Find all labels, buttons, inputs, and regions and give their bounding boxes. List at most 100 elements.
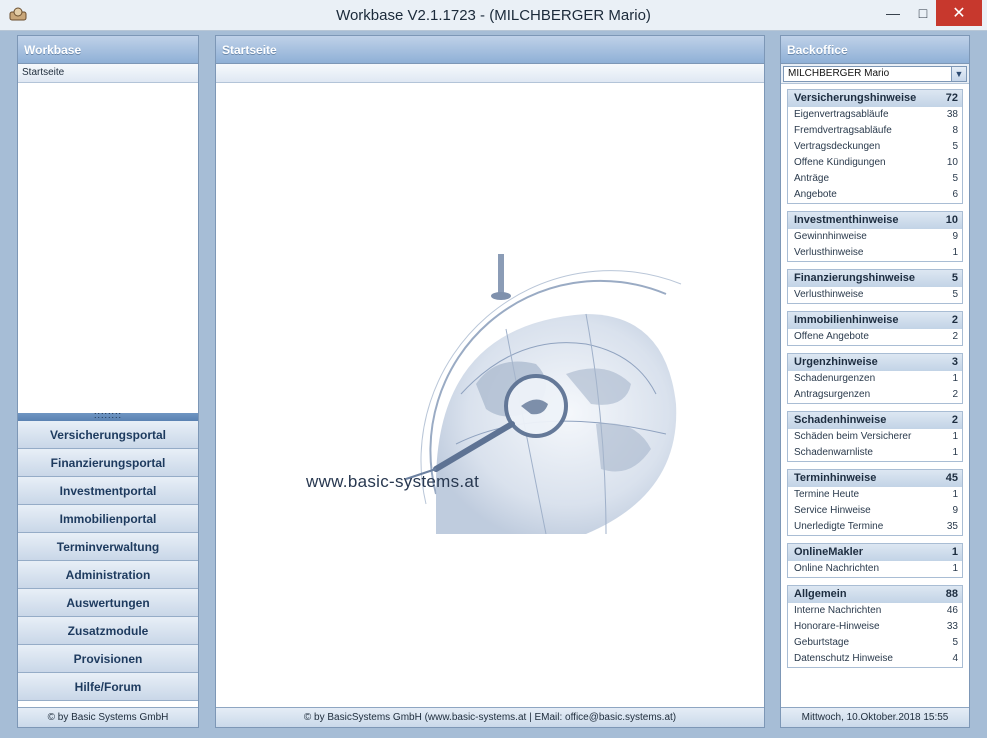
hint-label: Offene Angebote	[794, 331, 869, 342]
hint-row[interactable]: Schäden beim Versicherer 1	[788, 429, 962, 445]
section-title: Schadenhinweise	[794, 414, 887, 426]
hint-row[interactable]: Schadenwarnliste 1	[788, 445, 962, 461]
nav-button-auswertungen[interactable]: Auswertungen	[18, 589, 198, 617]
hint-section: OnlineMakler 1 Online Nachrichten 1	[787, 543, 963, 578]
backoffice-panel: Backoffice MILCHBERGER Mario ▼ Versicher…	[780, 35, 970, 728]
section-count: 72	[945, 92, 958, 104]
nav-button-terminverwaltung[interactable]: Terminverwaltung	[18, 533, 198, 561]
section-header[interactable]: Terminhinweise 45	[788, 470, 962, 487]
hint-row[interactable]: Anträge 5	[788, 171, 962, 187]
hint-section: Allgemein 88 Interne Nachrichten 46 Honorare…	[787, 585, 963, 668]
nav-button-investmentportal[interactable]: Investmentportal	[18, 477, 198, 505]
section-title: Investmenthinweise	[794, 214, 899, 226]
startseite-toolbar	[216, 64, 764, 83]
hint-count: 9	[952, 231, 958, 242]
hint-row[interactable]: Schadenurgenzen 1	[788, 371, 962, 387]
hint-label: Interne Nachrichten	[794, 605, 882, 616]
nav-button-immobilienportal[interactable]: Immobilienportal	[18, 505, 198, 533]
hint-count: 1	[952, 563, 958, 574]
user-select[interactable]: MILCHBERGER Mario ▼	[783, 66, 967, 82]
hint-count: 5	[952, 637, 958, 648]
section-title: Urgenzhinweise	[794, 356, 878, 368]
nav-button-hilfe-forum[interactable]: Hilfe/Forum	[18, 673, 198, 701]
section-header[interactable]: OnlineMakler 1	[788, 544, 962, 561]
hint-row[interactable]: Offene Angebote 2	[788, 329, 962, 345]
hint-label: Honorare-Hinweise	[794, 621, 880, 632]
hint-row[interactable]: Offene Kündigungen 10	[788, 155, 962, 171]
hint-count: 1	[952, 431, 958, 442]
hint-count: 2	[952, 389, 958, 400]
navigation-tree	[18, 83, 198, 413]
hint-row[interactable]: Vertragsdeckungen 5	[788, 139, 962, 155]
section-title: Terminhinweise	[794, 472, 877, 484]
nav-button-finanzierungsportal[interactable]: Finanzierungsportal	[18, 449, 198, 477]
hint-count: 46	[946, 605, 958, 616]
hint-row[interactable]: Service Hinweise 9	[788, 503, 962, 519]
hint-row[interactable]: Datenschutz Hinweise 4	[788, 651, 962, 667]
hint-row[interactable]: Honorare-Hinweise 33	[788, 619, 962, 635]
section-title: Versicherungshinweise	[794, 92, 917, 104]
hint-label: Antragsurgenzen	[794, 389, 871, 400]
hint-sections: Versicherungshinweise 72 Eigenvertragsablä…	[781, 84, 969, 668]
hint-row[interactable]: Termine Heute 1	[788, 487, 962, 503]
datetime-footer: Mittwoch, 10.Oktober.2018 15:55	[781, 707, 969, 727]
splitter-handle[interactable]: ::::::::	[18, 411, 198, 421]
section-header[interactable]: Versicherungshinweise 72	[788, 90, 962, 107]
hint-count: 5	[952, 289, 958, 300]
hint-row[interactable]: Gewinnhinweise 9	[788, 229, 962, 245]
hint-section: Finanzierungshinweise 5 Verlusthinweise 5	[787, 269, 963, 304]
hint-label: Eigenvertragsabläufe	[794, 109, 889, 120]
section-header[interactable]: Allgemein 88	[788, 586, 962, 603]
chevron-down-icon[interactable]: ▼	[951, 67, 966, 81]
hint-label: Fremdvertragsabläufe	[794, 125, 892, 136]
hint-row[interactable]: Geburtstage 5	[788, 635, 962, 651]
hint-row[interactable]: Interne Nachrichten 46	[788, 603, 962, 619]
hint-label: Schadenurgenzen	[794, 373, 876, 384]
hint-section: Urgenzhinweise 3 Schadenurgenzen 1 Antragsur…	[787, 353, 963, 404]
hint-row[interactable]: Eigenvertragsabläufe 38	[788, 107, 962, 123]
website-logo-text: www.basic-systems.at	[306, 472, 480, 491]
minimize-button[interactable]: —	[876, 0, 910, 26]
hint-row[interactable]: Verlusthinweise 1	[788, 245, 962, 261]
nav-button-provisionen[interactable]: Provisionen	[18, 645, 198, 673]
maximize-button[interactable]: □	[906, 0, 940, 26]
hint-count: 6	[952, 189, 958, 200]
user-select-wrapper: MILCHBERGER Mario ▼	[781, 64, 969, 84]
hint-count: 1	[952, 373, 958, 384]
hint-label: Schadenwarnliste	[794, 447, 873, 458]
hint-row[interactable]: Unerledigte Termine 35	[788, 519, 962, 535]
section-header[interactable]: Investmenthinweise 10	[788, 212, 962, 229]
hint-row[interactable]: Angebote 6	[788, 187, 962, 203]
hint-section: Investmenthinweise 10 Gewinnhinweise 9 Verlu…	[787, 211, 963, 262]
hint-section: Schadenhinweise 2 Schäden beim Versicherer…	[787, 411, 963, 462]
section-count: 1	[951, 546, 958, 558]
hint-label: Schäden beim Versicherer	[794, 431, 912, 442]
section-header[interactable]: Schadenhinweise 2	[788, 412, 962, 429]
hint-row[interactable]: Fremdvertragsabläufe 8	[788, 123, 962, 139]
hint-count: 4	[952, 653, 958, 664]
nav-button-administration[interactable]: Administration	[18, 561, 198, 589]
section-title: Immobilienhinweise	[794, 314, 899, 326]
nav-button-zusatzmodule[interactable]: Zusatzmodule	[18, 617, 198, 645]
nav-button-versicherungsportal[interactable]: Versicherungsportal	[18, 421, 198, 449]
close-button[interactable]: ✕	[936, 0, 982, 26]
hint-count: 35	[946, 521, 958, 532]
section-header[interactable]: Immobilienhinweise 2	[788, 312, 962, 329]
hint-count: 1	[952, 247, 958, 258]
section-header[interactable]: Urgenzhinweise 3	[788, 354, 962, 371]
section-count: 5	[951, 272, 958, 284]
hint-count: 33	[946, 621, 958, 632]
tree-item-startseite[interactable]: Startseite	[18, 64, 198, 83]
hint-row[interactable]: Verlusthinweise 5	[788, 287, 962, 303]
hint-count: 5	[952, 141, 958, 152]
hint-label: Gewinnhinweise	[794, 231, 867, 242]
hint-row[interactable]: Online Nachrichten 1	[788, 561, 962, 577]
portal-nav-list: Versicherungsportal Finanzierungsportal …	[18, 421, 198, 701]
hint-count: 5	[952, 173, 958, 184]
left-footer: © by Basic Systems GmbH	[18, 707, 198, 727]
hint-label: Geburtstage	[794, 637, 850, 648]
section-header[interactable]: Finanzierungshinweise 5	[788, 270, 962, 287]
middle-footer: © by BasicSystems GmbH (www.basic-system…	[216, 707, 764, 727]
hint-row[interactable]: Antragsurgenzen 2	[788, 387, 962, 403]
hint-label: Online Nachrichten	[794, 563, 880, 574]
